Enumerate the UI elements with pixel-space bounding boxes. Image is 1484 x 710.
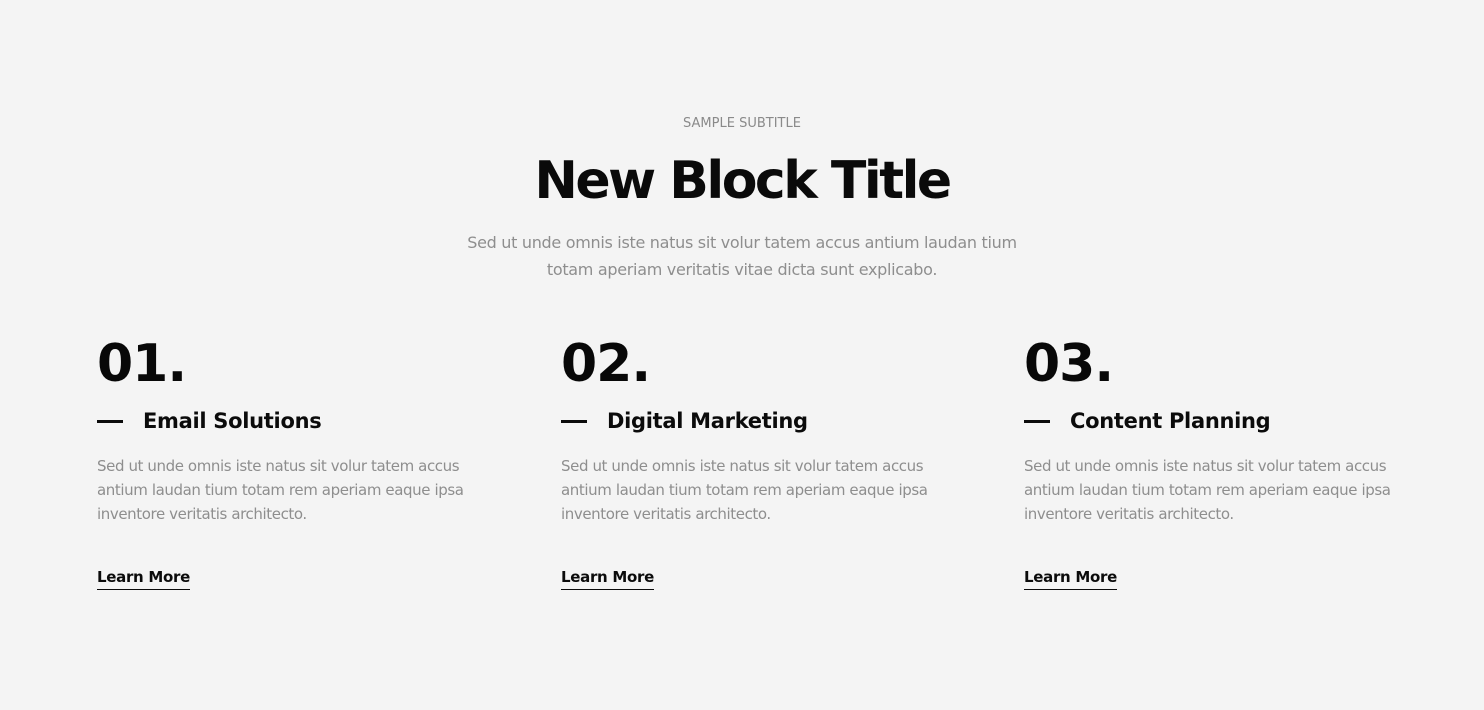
- feature-card-digital-marketing: 02. Digital Marketing Sed ut unde omnis …: [561, 334, 941, 590]
- feature-title: Content Planning: [1070, 409, 1271, 433]
- feature-description: Sed ut unde omnis iste natus sit volur t…: [561, 457, 928, 523]
- feature-heading: Email Solutions: [97, 406, 322, 436]
- feature-description: Sed ut unde omnis iste natus sit volur t…: [97, 457, 464, 523]
- feature-card-content-planning: 03. Content Planning Sed ut unde omnis i…: [1024, 334, 1404, 590]
- features-section: SAMPLE SUBTITLE New Block Title Sed ut u…: [0, 0, 1484, 710]
- learn-more-link[interactable]: Learn More: [97, 567, 190, 590]
- learn-more-link[interactable]: Learn More: [1024, 567, 1117, 590]
- feature-card-email-solutions: 01. Email Solutions Sed ut unde omnis is…: [97, 334, 477, 590]
- learn-more-link[interactable]: Learn More: [561, 567, 654, 590]
- feature-heading: Content Planning: [1024, 406, 1271, 436]
- section-lead-text: Sed ut unde omnis iste natus sit volur t…: [467, 233, 1017, 279]
- feature-title: Digital Marketing: [607, 409, 808, 433]
- section-title: New Block Title: [534, 151, 952, 211]
- feature-number: 03.: [1024, 334, 1114, 394]
- feature-number: 02.: [561, 334, 651, 394]
- feature-number: 01.: [97, 334, 187, 394]
- dash-divider: [561, 419, 587, 423]
- feature-description: Sed ut unde omnis iste natus sit volur t…: [1024, 457, 1391, 523]
- dash-divider: [1024, 419, 1050, 423]
- feature-heading: Digital Marketing: [561, 406, 808, 436]
- section-subtitle: SAMPLE SUBTITLE: [683, 116, 801, 131]
- dash-divider: [97, 419, 123, 423]
- feature-title: Email Solutions: [143, 409, 322, 433]
